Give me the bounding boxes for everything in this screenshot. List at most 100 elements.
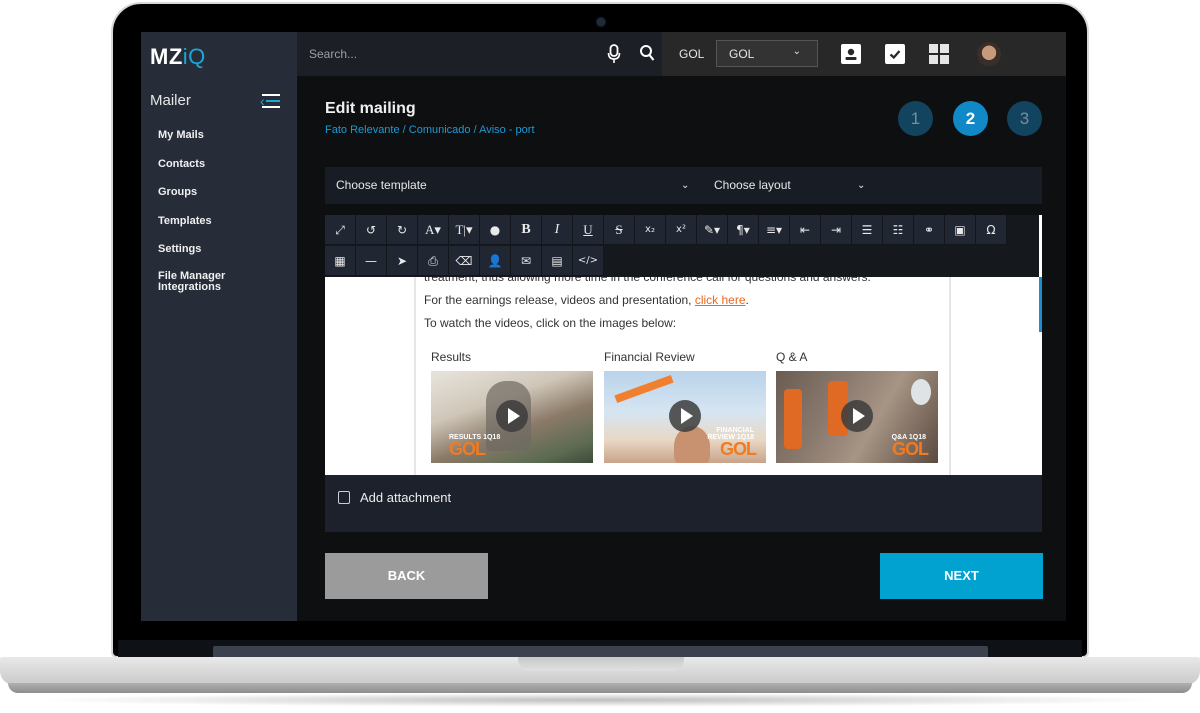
click-here-link[interactable]: click here — [695, 293, 746, 307]
sidebar-item-settings[interactable]: Settings — [158, 242, 225, 271]
sidebar-item-my-mails[interactable]: My Mails — [158, 128, 225, 157]
video-thumbnail[interactable]: FINANCIAL REVIEW 1Q18 GOL — [604, 371, 766, 463]
toolbar-row-1: ⤢ ↺ ↻ A▾ T|▾ ● B I U Sx₂ x² ✎▾ ¶▾ ≡▾ ⇤ ⇥ ☰ ☷ ⚭ ▣ Ω — [325, 215, 1007, 245]
laptop-shadow — [30, 693, 1170, 707]
back-button[interactable]: BACK — [325, 553, 488, 599]
underline-icon[interactable]: U — [573, 215, 604, 245]
editor-toolbar: ⤢ ↺ ↻ A▾ T|▾ ● B I U Sx₂ x² ✎▾ ¶▾ ≡▾ ⇤ ⇥ ☰ ☷ ⚭ ▣ Ω ▦ — ➤ ⎙ ⌫ 👤 ✉ ▤ <… — [325, 215, 1042, 277]
ordered-list-icon[interactable]: ☰ — [852, 215, 883, 245]
attachment-bar: Add attachment — [325, 475, 1042, 532]
step-2[interactable]: 2 — [953, 101, 988, 136]
italic-icon[interactable]: I — [542, 215, 573, 245]
chevron-down-icon: ⌄ — [681, 180, 690, 191]
logo-main: MZ — [150, 44, 183, 69]
outdent-icon[interactable]: ⇤ — [790, 215, 821, 245]
video-title: Q & A — [776, 350, 808, 364]
content-text: . — [745, 293, 749, 307]
strikethrough-icon[interactable]: S — [604, 215, 635, 245]
link-icon[interactable]: ⚭ — [914, 215, 945, 245]
company-select[interactable]: GOL ⌄ — [716, 40, 818, 67]
image-icon[interactable]: ▣ — [945, 215, 976, 245]
select-icon[interactable]: ➤ — [387, 246, 418, 276]
gol-logo: GOL — [892, 439, 929, 459]
print-icon[interactable]: ⎙ — [418, 246, 449, 276]
table-icon[interactable]: ▦ — [325, 246, 356, 276]
subscript-icon[interactable]: x₂ — [635, 215, 666, 245]
step-3[interactable]: 3 — [1007, 101, 1042, 136]
add-user-icon[interactable]: 👤 — [480, 246, 511, 276]
laptop-base-bottom — [8, 683, 1192, 693]
redo-icon[interactable]: ↻ — [387, 215, 418, 245]
editor-scrollbar-thumb[interactable] — [1039, 277, 1042, 332]
add-attachment-label[interactable]: Add attachment — [360, 490, 451, 505]
layout-select[interactable]: Choose layout ⌄ — [714, 167, 874, 204]
topbar-right: GOL GOL ⌄ — [662, 32, 1066, 76]
step-1[interactable]: 1 — [898, 101, 933, 136]
unordered-list-icon[interactable]: ☷ — [883, 215, 914, 245]
topbar: GOL GOL ⌄ — [297, 32, 1066, 76]
editor-scrollbar[interactable] — [1039, 215, 1042, 475]
sidebar-item-templates[interactable]: Templates — [158, 214, 225, 243]
fullscreen-icon[interactable]: ⤢ — [325, 215, 356, 245]
collapse-menu-icon[interactable]: ‹ — [260, 94, 282, 108]
font-family-icon[interactable]: A▾ — [418, 215, 449, 245]
clear-format-icon[interactable]: ⌫ — [449, 246, 480, 276]
chevron-down-icon: ⌄ — [792, 46, 801, 57]
video-thumbnail[interactable]: Q&A 1Q18 GOL — [776, 371, 938, 463]
email-icon[interactable]: ✉ — [511, 246, 542, 276]
sidebar-item-contacts[interactable]: Contacts — [158, 157, 225, 186]
content-line: To watch the videos, click on the images… — [424, 316, 677, 330]
email-content[interactable]: treatment, thus allowing more time in th… — [414, 270, 951, 475]
company-select-value: GOL — [729, 47, 755, 61]
content-text: For the earnings release, videos and pre… — [424, 293, 695, 307]
sidebar-item-groups[interactable]: Groups — [158, 185, 225, 214]
sidebar: MZiQ Mailer ‹ My Mails Contacts Groups T… — [141, 32, 297, 621]
camera-icon — [597, 18, 605, 26]
paragraph-icon[interactable]: ¶▾ — [728, 215, 759, 245]
contact-card-icon[interactable] — [841, 44, 861, 64]
play-icon[interactable] — [841, 400, 873, 432]
font-size-icon[interactable]: T|▾ — [449, 215, 480, 245]
laptop-notch — [518, 657, 684, 671]
video-thumbnail[interactable]: RESULTS 1Q18 GOL — [431, 371, 593, 463]
special-char-icon[interactable]: Ω — [976, 215, 1007, 245]
toolbar-row-2: ▦ — ➤ ⎙ ⌫ 👤 ✉ ▤ </> — [325, 246, 604, 276]
sidebar-item-file-manager-integrations[interactable]: File Manager Integrations — [158, 270, 225, 300]
apps-grid-icon[interactable] — [929, 44, 949, 64]
magic-icon[interactable]: ✎▾ — [697, 215, 728, 245]
video-results[interactable]: Results RESULTS 1Q18 GOL — [431, 350, 593, 463]
user-avatar[interactable] — [977, 42, 1001, 66]
add-attachment-checkbox[interactable] — [338, 491, 350, 504]
search-icon[interactable] — [639, 44, 655, 62]
company-label: GOL — [679, 47, 705, 61]
next-button[interactable]: NEXT — [880, 553, 1043, 599]
color-icon[interactable]: ● — [480, 215, 511, 245]
chevron-down-icon: ⌄ — [857, 180, 866, 191]
video-title: Results — [431, 350, 472, 364]
bold-icon[interactable]: B — [511, 215, 542, 245]
video-title: Financial Review — [604, 350, 695, 364]
code-view-icon[interactable]: </> — [573, 246, 604, 276]
template-select[interactable]: Choose template ⌄ — [336, 167, 696, 204]
horizontal-rule-icon[interactable]: — — [356, 246, 387, 276]
logo[interactable]: MZiQ — [150, 44, 206, 70]
checkbox-icon[interactable] — [885, 44, 905, 64]
indent-icon[interactable]: ⇥ — [821, 215, 852, 245]
gol-logo: GOL — [720, 439, 757, 459]
superscript-icon[interactable]: x² — [666, 215, 697, 245]
breadcrumb[interactable]: Fato Relevante / Comunicado / Aviso - po… — [325, 124, 535, 136]
rich-text-editor[interactable]: treatment, thus allowing more time in th… — [325, 215, 1042, 475]
document-icon[interactable]: ▤ — [542, 246, 573, 276]
sidebar-nav: My Mails Contacts Groups Templates Setti… — [158, 128, 225, 299]
video-qa[interactable]: Q & A Q&A 1Q18 GOL — [776, 350, 938, 463]
play-icon[interactable] — [496, 400, 528, 432]
logo-accent: iQ — [182, 44, 206, 69]
gol-logo: GOL — [449, 439, 486, 459]
align-icon[interactable]: ≡▾ — [759, 215, 790, 245]
mic-icon[interactable] — [607, 44, 621, 64]
search-input[interactable] — [309, 47, 589, 61]
undo-icon[interactable]: ↺ — [356, 215, 387, 245]
video-financial-review[interactable]: Financial Review FINANCIAL REVIEW 1Q18 G… — [604, 350, 766, 463]
template-select-value: Choose template — [336, 178, 427, 192]
module-title: Mailer — [150, 92, 191, 109]
